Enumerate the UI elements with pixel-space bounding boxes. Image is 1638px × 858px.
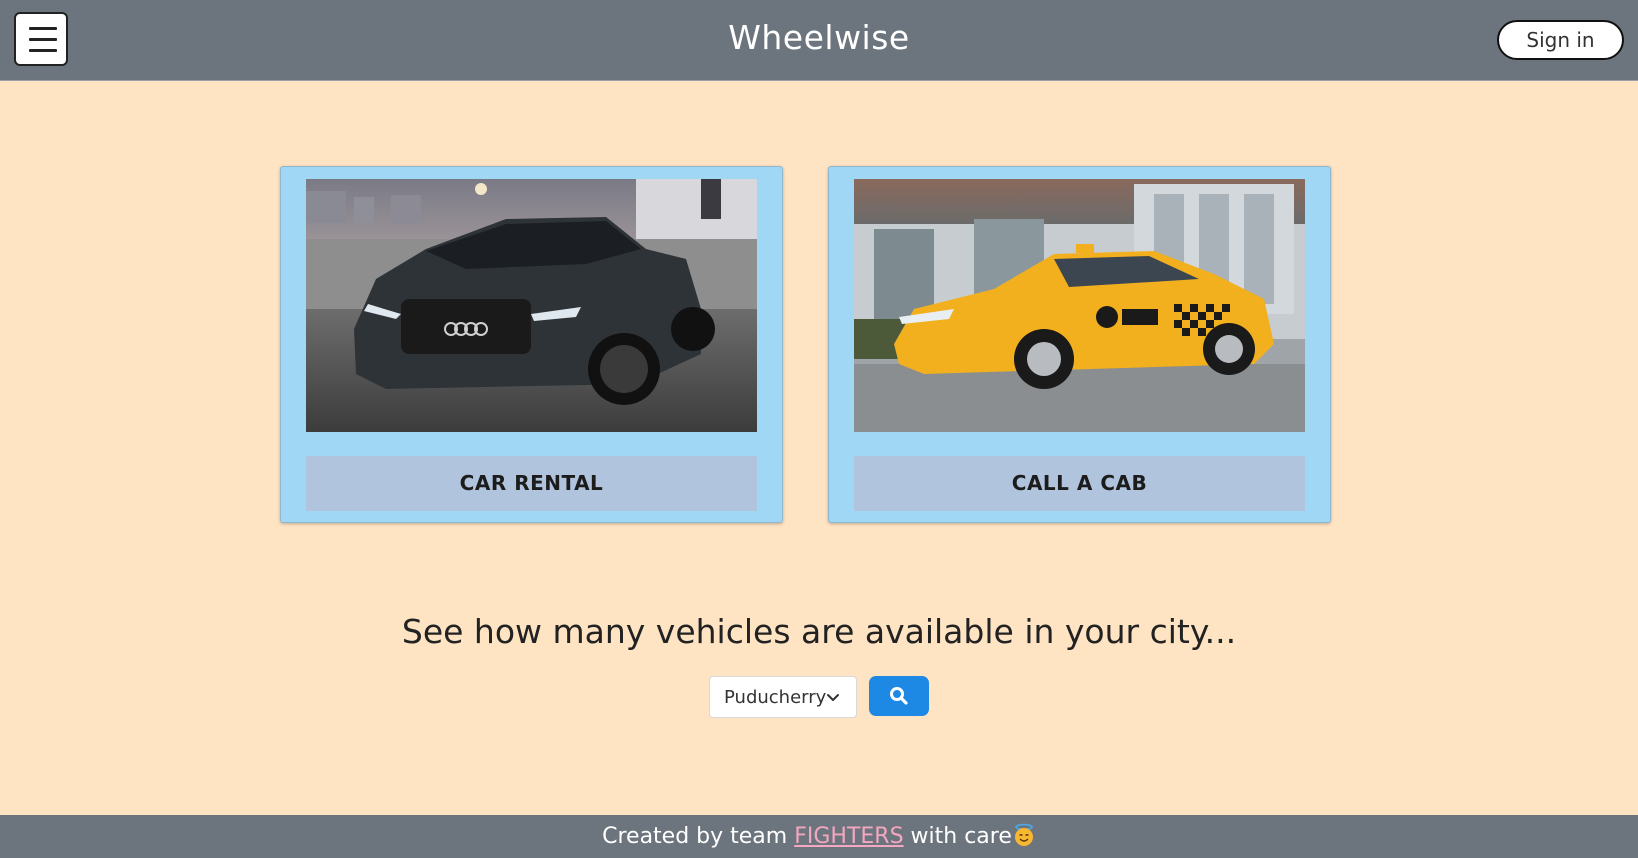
- footer: Created by team FIGHTERS with care: [0, 815, 1638, 858]
- sign-in-button[interactable]: Sign in: [1497, 20, 1624, 60]
- car-rental-button[interactable]: CAR RENTAL: [306, 456, 757, 511]
- car-rental-image: [306, 179, 757, 432]
- chevron-down-icon: [827, 694, 839, 701]
- call-a-cab-card[interactable]: CALL A CAB: [828, 166, 1331, 523]
- footer-suffix: with care: [910, 824, 1012, 849]
- search-icon: [890, 687, 908, 705]
- car-rental-card[interactable]: CAR RENTAL: [280, 166, 783, 523]
- call-a-cab-button[interactable]: CALL A CAB: [854, 456, 1305, 511]
- brand-title: Wheelwise: [728, 18, 910, 57]
- call-a-cab-image: [854, 179, 1305, 432]
- search-button[interactable]: [869, 676, 929, 716]
- smiling-face-with-halo-icon: [1014, 823, 1033, 846]
- footer-prefix: Created by team: [602, 824, 788, 849]
- availability-heading: See how many vehicles are available in y…: [401, 612, 1237, 651]
- city-select-value: Puducherry: [724, 687, 827, 708]
- top-navbar: Wheelwise Sign in: [0, 0, 1638, 81]
- team-link[interactable]: FIGHTERS: [794, 824, 903, 849]
- city-select[interactable]: Puducherry: [709, 676, 857, 718]
